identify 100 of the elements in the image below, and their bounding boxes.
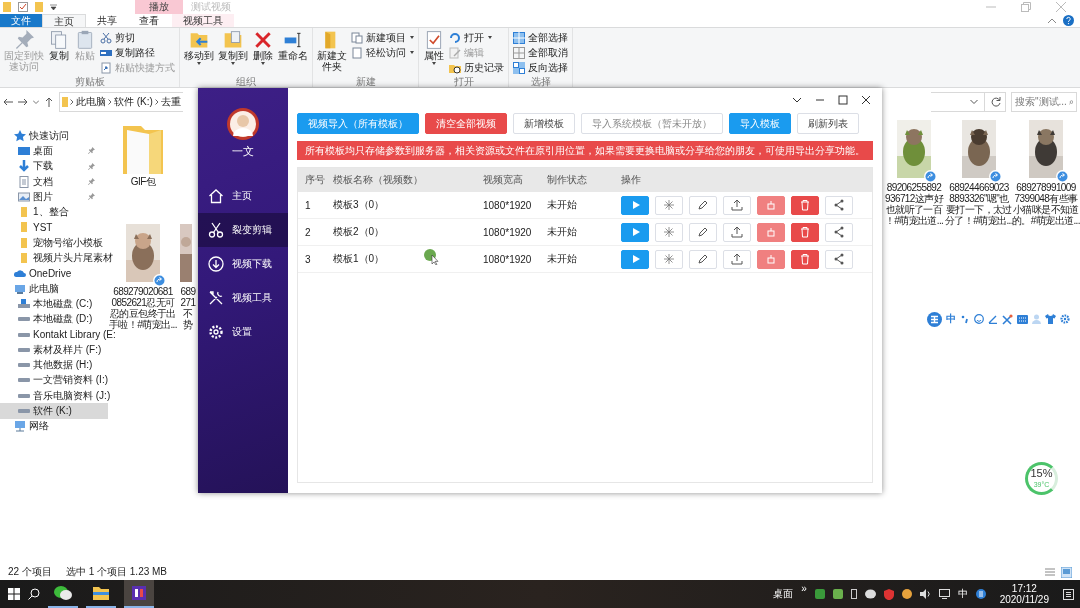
- nav-item[interactable]: 文档: [0, 173, 108, 190]
- delete-button[interactable]: [791, 195, 819, 215]
- back-icon[interactable]: [3, 97, 13, 107]
- nav-item[interactable]: 本地磁盘 (D:): [0, 311, 108, 327]
- export-button[interactable]: [723, 222, 751, 242]
- pen-icon[interactable]: [988, 314, 998, 324]
- ribbon-button[interactable]: 删除: [252, 30, 274, 76]
- help-icon[interactable]: [1063, 15, 1074, 26]
- smiley-icon[interactable]: [974, 314, 984, 324]
- checklist-icon[interactable]: [18, 2, 28, 12]
- ribbon-button[interactable]: 全部取消: [513, 46, 568, 59]
- sidebar-item[interactable]: 主页: [198, 179, 288, 213]
- nav-item[interactable]: YST: [0, 219, 108, 236]
- settings-icon[interactable]: [1060, 314, 1070, 324]
- address-bar[interactable]: 此电脑 软件 (K:) 去重: [59, 92, 183, 112]
- share-button[interactable]: [825, 195, 853, 215]
- ribbon-button[interactable]: 复制: [48, 30, 70, 76]
- nav-item[interactable]: 图片: [0, 189, 108, 205]
- ribbon-button[interactable]: 轻松访问: [351, 46, 414, 59]
- up-icon[interactable]: [44, 97, 54, 107]
- toolbar-button[interactable]: 清空全部视频: [425, 113, 507, 134]
- input-method-icon[interactable]: [975, 589, 986, 599]
- nav-item[interactable]: 软件 (K:): [0, 403, 108, 419]
- tray-icon[interactable]: [901, 589, 912, 599]
- desktop-toolbar-label[interactable]: 桌面: [773, 587, 794, 601]
- share-button[interactable]: [825, 222, 853, 242]
- speaker-icon[interactable]: [919, 589, 931, 599]
- windows-icon[interactable]: [8, 588, 20, 600]
- sparkle-button[interactable]: [655, 222, 683, 242]
- ribbon-tab[interactable]: 文件: [0, 14, 42, 27]
- ribbon-button[interactable]: 剪切: [100, 31, 175, 44]
- ribbon-button[interactable]: 反向选择: [513, 61, 568, 74]
- nav-item[interactable]: 其他数据 (H:): [0, 357, 108, 373]
- ribbon-button[interactable]: 属性: [423, 30, 445, 76]
- ribbon-tab[interactable]: 查看: [128, 14, 170, 27]
- edit-button[interactable]: [689, 195, 717, 215]
- dropdown-icon[interactable]: [50, 4, 57, 10]
- shirt-icon[interactable]: [1045, 314, 1056, 324]
- refresh-icon[interactable]: [991, 97, 1001, 107]
- search-icon[interactable]: [28, 588, 40, 600]
- tray-icon[interactable]: [814, 589, 825, 599]
- monitor-icon[interactable]: [938, 589, 950, 599]
- punctuation-icon[interactable]: [960, 314, 970, 324]
- sparkle-button[interactable]: [655, 249, 683, 269]
- keyboard-icon[interactable]: [1017, 314, 1028, 324]
- clock-time[interactable]: 17:12: [1011, 583, 1037, 594]
- ribbon-button[interactable]: 全部选择: [513, 31, 568, 44]
- clock-date[interactable]: 2020/11/29: [999, 594, 1049, 605]
- play-button[interactable]: [621, 249, 649, 269]
- nav-item[interactable]: 快速访问: [0, 128, 108, 144]
- toolbar-button[interactable]: 新增模板: [513, 113, 575, 134]
- ribbon-button[interactable]: 复制到: [218, 30, 248, 76]
- input-method-logo-icon[interactable]: [927, 311, 942, 327]
- ribbon-button[interactable]: 复制路径: [100, 46, 175, 59]
- export-button[interactable]: [723, 249, 751, 269]
- ribbon-tab[interactable]: 共享: [86, 14, 128, 27]
- nav-item[interactable]: 1、整合: [0, 204, 108, 220]
- play-button[interactable]: [621, 195, 649, 215]
- play-button[interactable]: [621, 222, 649, 242]
- breadcrumb-item[interactable]: 软件 (K:): [114, 95, 153, 109]
- lock-button[interactable]: [757, 195, 785, 215]
- ribbon-button[interactable]: 移动到: [184, 30, 214, 76]
- lock-button[interactable]: [757, 222, 785, 242]
- forward-icon[interactable]: [18, 97, 28, 107]
- input-language-indicator[interactable]: 中: [957, 587, 968, 601]
- ribbon-button[interactable]: 新建文件夹: [317, 30, 347, 76]
- ribbon-tab[interactable]: 视频工具: [172, 14, 234, 27]
- nav-item[interactable]: 宠物号缩小模板: [0, 235, 108, 251]
- maximize-icon[interactable]: [838, 95, 848, 105]
- sidebar-item[interactable]: 设置: [198, 315, 288, 349]
- app-taskbar-icon[interactable]: [124, 580, 154, 608]
- nav-item[interactable]: 本地磁盘 (C:): [0, 296, 108, 312]
- show-more-toolbar[interactable]: »: [801, 583, 807, 594]
- delete-button[interactable]: [791, 222, 819, 242]
- search-field[interactable]: 搜索"测试...: [1011, 92, 1077, 112]
- sidebar-item[interactable]: 视频工具: [198, 281, 288, 315]
- ribbon-button[interactable]: 新建项目: [351, 31, 414, 44]
- sidebar-item[interactable]: 裂变剪辑: [198, 213, 288, 247]
- nav-item[interactable]: 下载: [0, 158, 108, 174]
- delete-button[interactable]: [791, 249, 819, 269]
- input-mode-toggle[interactable]: 中: [946, 312, 956, 326]
- export-button[interactable]: [723, 195, 751, 215]
- nav-item[interactable]: 视频片头片尾素材: [0, 250, 113, 266]
- nav-item[interactable]: 桌面: [0, 143, 108, 159]
- breadcrumb-item[interactable]: 此电脑: [76, 95, 106, 109]
- notification-icon[interactable]: [1063, 588, 1074, 600]
- breadcrumb-item[interactable]: 去重: [160, 95, 181, 109]
- close-icon[interactable]: [861, 95, 871, 105]
- edit-button[interactable]: [689, 249, 717, 269]
- shield-icon[interactable]: [883, 588, 894, 600]
- sidebar-item[interactable]: 视频下载: [198, 247, 288, 281]
- tray-icon[interactable]: [832, 589, 843, 599]
- nav-item[interactable]: 网络: [0, 418, 108, 434]
- usb-icon[interactable]: [850, 589, 857, 599]
- nav-item[interactable]: 此电脑: [0, 280, 108, 297]
- scissors-icon[interactable]: [1002, 313, 1013, 325]
- ribbon-button[interactable]: 重命名: [278, 30, 308, 76]
- nav-item[interactable]: 一文营销资料 (I:): [0, 372, 108, 389]
- nav-item[interactable]: OneDrive: [0, 265, 108, 281]
- share-button[interactable]: [825, 249, 853, 269]
